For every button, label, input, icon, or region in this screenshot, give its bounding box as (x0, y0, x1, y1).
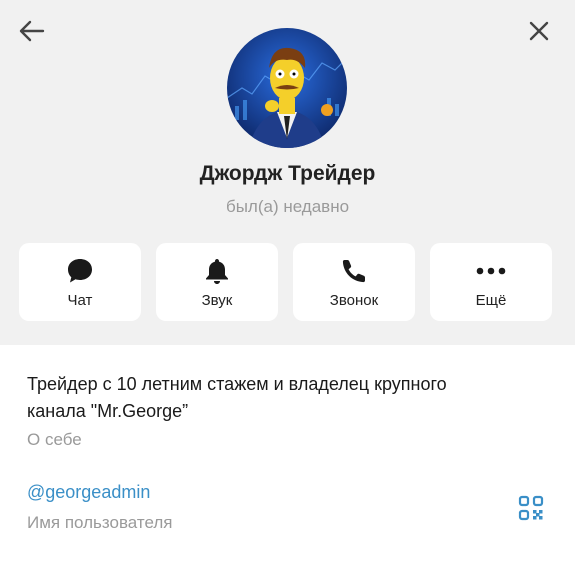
sound-button[interactable]: Звук (156, 243, 278, 321)
more-button-label: Ещё (475, 291, 507, 309)
bio-caption: О себе (27, 430, 82, 449)
bio-line: Трейдер с 10 летним стажем и владелец кр… (27, 374, 447, 394)
action-bar: Чат Звук Звонок Ещё (19, 243, 552, 321)
chat-button-label: Чат (67, 291, 93, 309)
profile-name: Джордж Трейдер (199, 162, 376, 185)
profile-info: Трейдер с 10 летним стажем и владелец кр… (0, 345, 575, 565)
bio-text[interactable]: Трейдер с 10 летним стажем и владелец кр… (27, 371, 527, 425)
qr-code-icon (518, 495, 544, 521)
chat-bubble-icon (68, 258, 92, 282)
more-dots-icon (476, 267, 506, 274)
more-button[interactable]: Ещё (430, 243, 552, 321)
call-button[interactable]: Звонок (293, 243, 415, 321)
call-button-label: Звонок (329, 291, 379, 309)
last-seen-status: был(а) недавно (225, 197, 350, 216)
username-link[interactable]: @georgeadmin (27, 482, 150, 503)
back-button[interactable] (14, 13, 50, 49)
avatar[interactable] (227, 28, 347, 148)
bell-icon (206, 258, 228, 284)
close-icon (529, 21, 549, 41)
profile-header: Джордж Трейдер был(а) недавно Чат Звук З… (0, 0, 575, 345)
arrow-left-icon (19, 20, 45, 42)
username-caption: Имя пользователя (27, 513, 173, 532)
phone-icon (342, 259, 365, 282)
chat-button[interactable]: Чат (19, 243, 141, 321)
close-button[interactable] (521, 13, 557, 49)
qr-code-button[interactable] (516, 493, 546, 523)
sound-button-label: Звук (201, 291, 233, 309)
bio-line: канала "Mr.George” (27, 401, 189, 421)
